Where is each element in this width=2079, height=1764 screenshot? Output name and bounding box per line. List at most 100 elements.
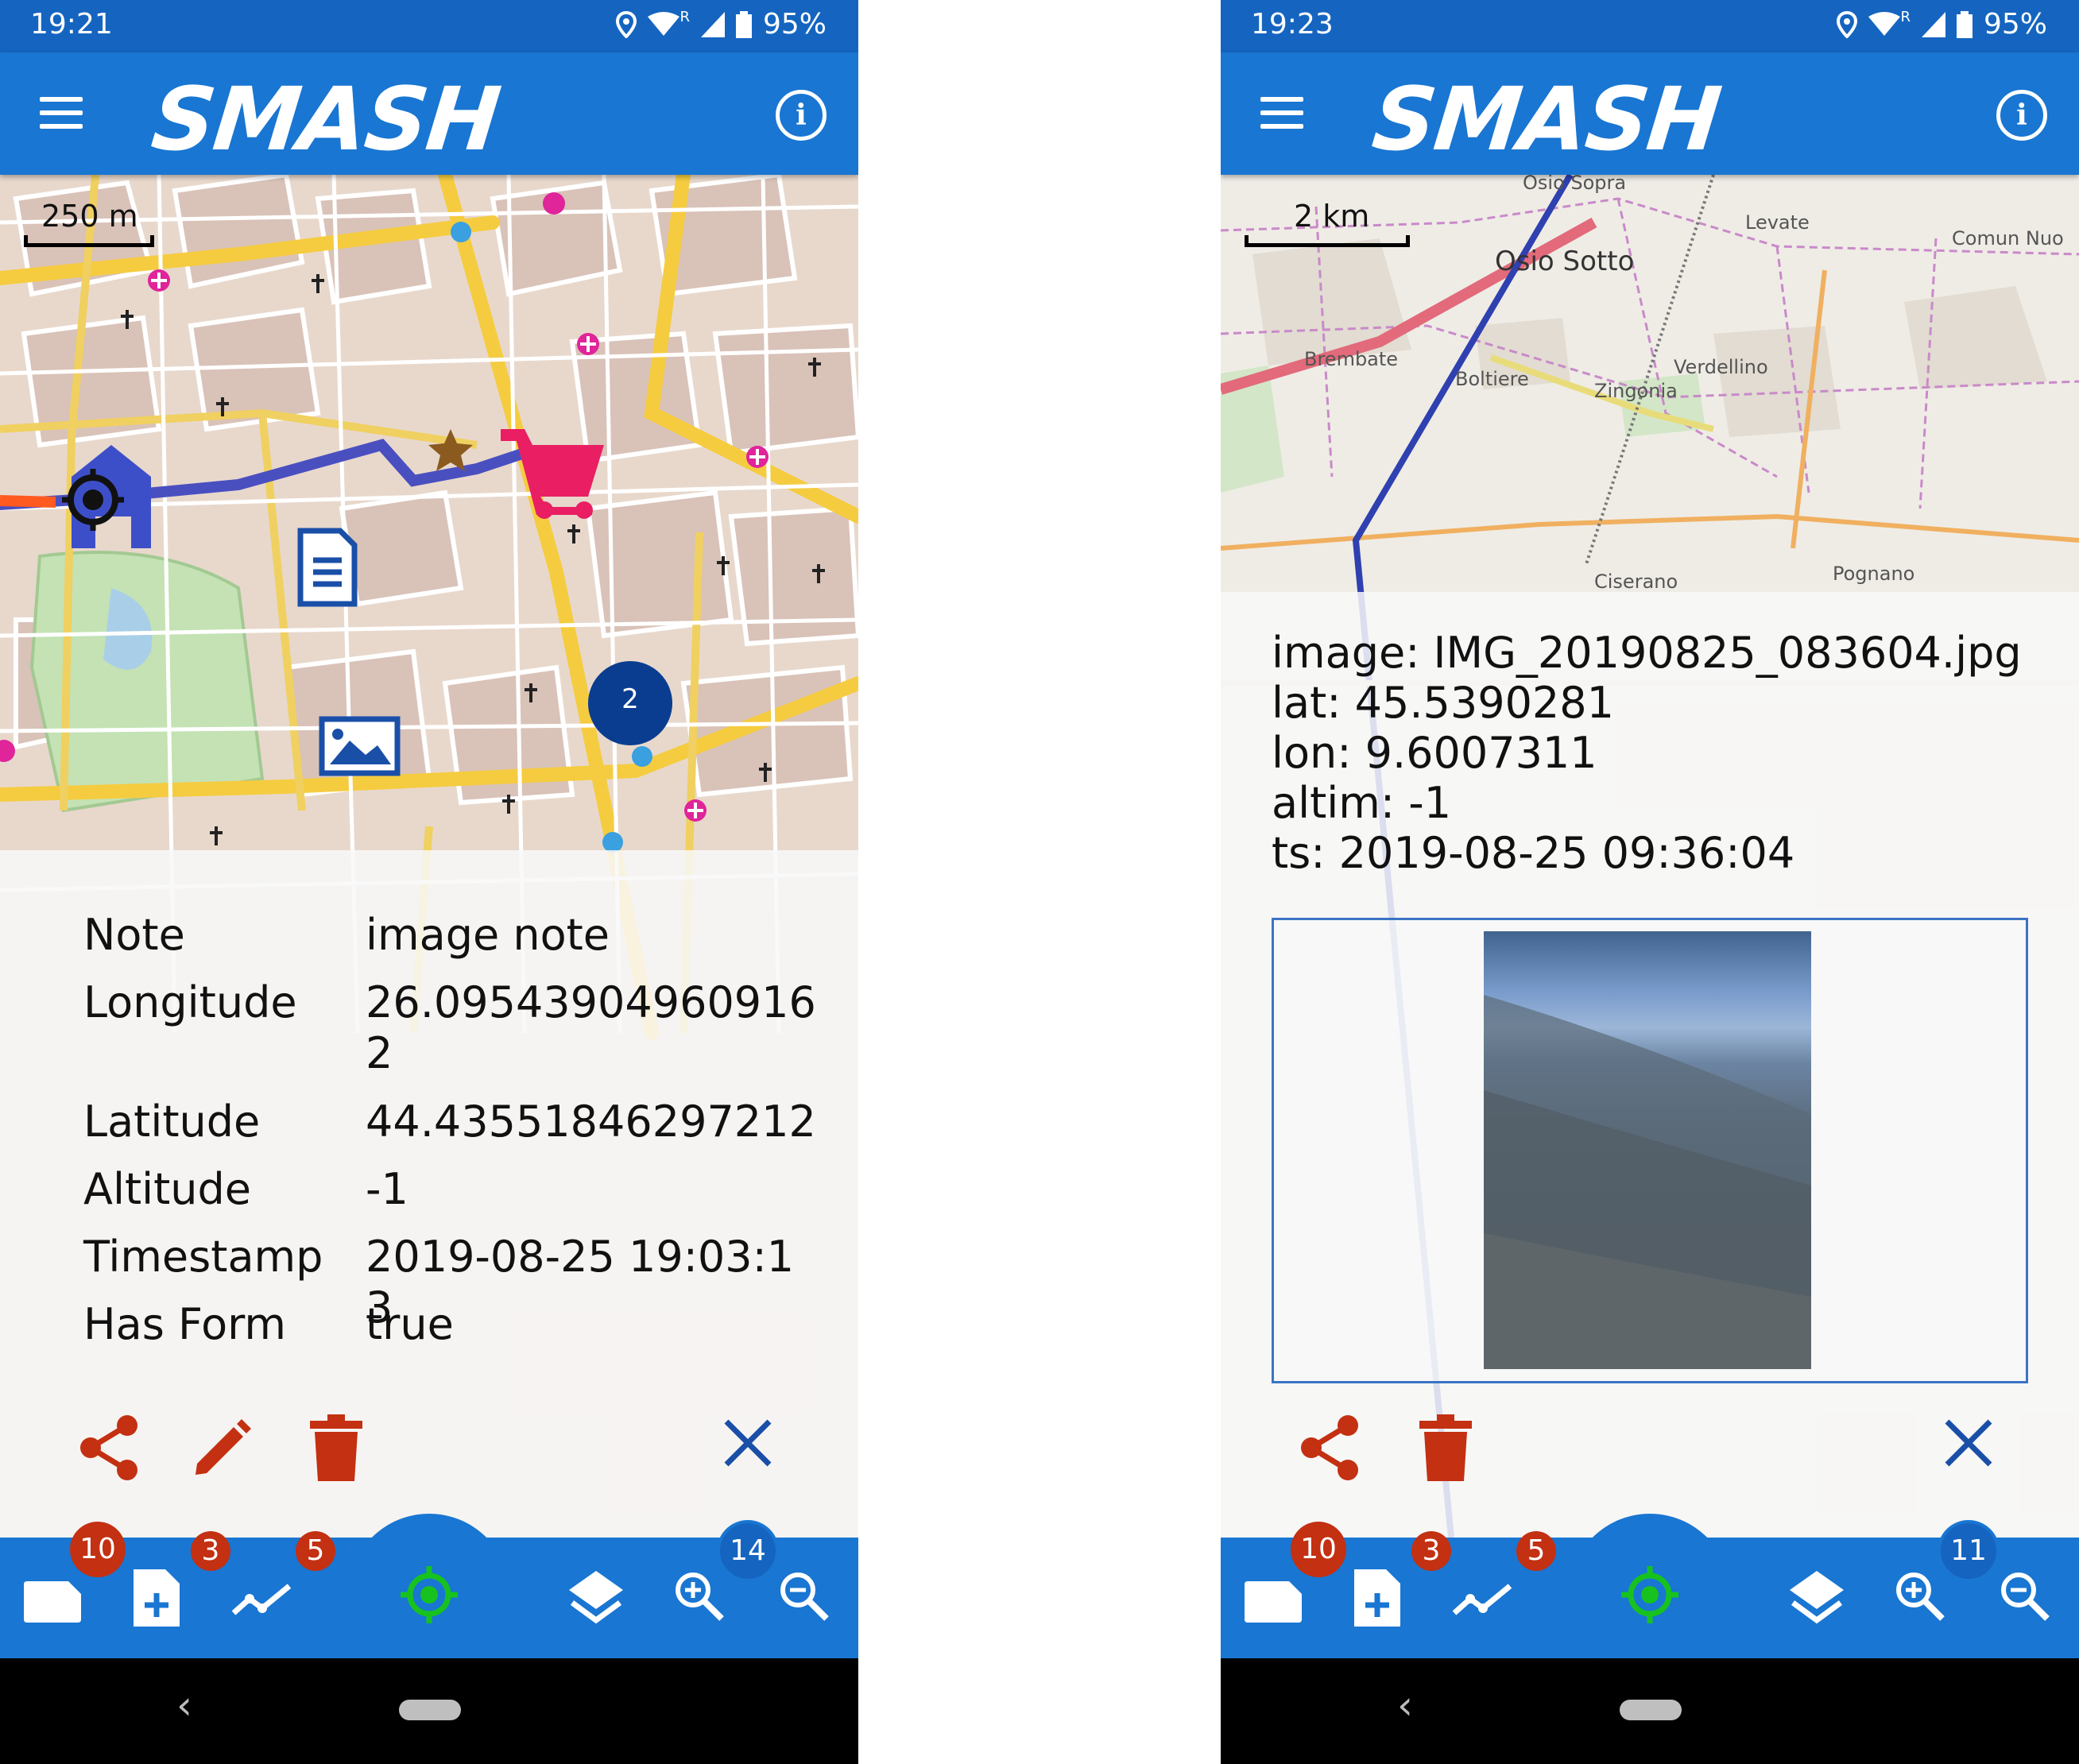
scale-bar: 2 km — [1245, 199, 1410, 247]
image-longitude: lon: 9.6007311 — [1272, 728, 1597, 778]
map-label: Zingonia — [1594, 380, 1678, 402]
share-icon[interactable] — [1299, 1414, 1362, 1481]
map-label: Boltiere — [1455, 368, 1529, 390]
scale-bar: 250 m — [24, 199, 154, 247]
battery-level: 95% — [1983, 8, 2047, 41]
phone-screen-right: Osio Sopra Levate Comun Nuo Osio Sotto B… — [1221, 0, 2079, 1764]
status-time: 19:23 — [1251, 8, 1334, 41]
field-value-has-form: true — [366, 1299, 454, 1349]
form-note-icon[interactable] — [134, 1569, 180, 1627]
app-logo: SMASH — [147, 68, 504, 170]
home-pill[interactable] — [1620, 1700, 1682, 1720]
battery-icon — [1956, 10, 1973, 38]
notes-icon[interactable] — [24, 1581, 81, 1623]
app-bar: SMASH i — [0, 52, 858, 175]
field-value-latitude: 44.43551846297212 — [366, 1097, 816, 1147]
image-timestamp: ts: 2019-08-25 09:36:04 — [1272, 828, 1795, 878]
image-info-panel: image: IMG_20190825_083604.jpg lat: 45.5… — [1221, 592, 2079, 1538]
status-bar: 19:21 R 95% — [0, 0, 858, 52]
field-label-longitude: Longitude — [83, 977, 297, 1027]
pencil-icon[interactable] — [191, 1416, 254, 1480]
map-label: Levate — [1745, 211, 1810, 234]
wifi-icon — [1868, 11, 1901, 36]
logs-count-badge: 5 — [1516, 1531, 1556, 1571]
close-icon[interactable] — [1944, 1418, 1993, 1468]
zoom-out-icon[interactable] — [779, 1571, 830, 1622]
trash-icon[interactable] — [310, 1414, 362, 1481]
zoom-in-icon[interactable] — [674, 1571, 725, 1622]
signal-icon — [1921, 11, 1945, 37]
image-preview-frame[interactable] — [1272, 918, 2028, 1383]
gps-log-icon[interactable] — [230, 1581, 292, 1618]
center-on-gps-button[interactable] — [1569, 1514, 1731, 1676]
map-label: Verdellino — [1674, 356, 1768, 378]
system-nav-bar: ‹ — [0, 1658, 858, 1764]
battery-level: 95% — [762, 8, 827, 41]
gps-center-icon — [401, 1566, 458, 1623]
info-icon[interactable]: i — [1996, 90, 2047, 141]
roaming-indicator: R — [679, 9, 690, 25]
field-value-note: image note — [366, 910, 610, 960]
map-label: Pognano — [1833, 563, 1914, 585]
map-label: Comun Nuo — [1952, 227, 2064, 250]
phone-screen-left: 2 250 m 19:21 R 95% SMASH i Note image n… — [0, 0, 858, 1764]
status-time: 19:21 — [30, 8, 113, 41]
field-value-altitude: -1 — [366, 1164, 408, 1214]
battery-icon — [735, 10, 752, 38]
info-icon[interactable]: i — [776, 90, 827, 141]
gps-center-icon — [1621, 1566, 1678, 1623]
image-filename: image: IMG_20190825_083604.jpg — [1272, 628, 2022, 678]
app-logo: SMASH — [1368, 68, 1725, 170]
system-nav-bar: ‹ — [1221, 1658, 2079, 1764]
field-label-altitude: Altitude — [83, 1164, 252, 1214]
status-bar: 19:23 R 95% — [1221, 0, 2079, 52]
notes-count-badge: 10 — [1291, 1522, 1346, 1577]
close-icon[interactable] — [723, 1418, 772, 1468]
gps-log-icon[interactable] — [1451, 1581, 1513, 1618]
logs-count-badge: 5 — [296, 1531, 335, 1571]
form-notes-count-badge: 3 — [191, 1531, 230, 1571]
zoom-level-badge: 14 — [717, 1520, 779, 1582]
field-label-note: Note — [83, 910, 185, 960]
layers-icon[interactable] — [1790, 1571, 1844, 1627]
note-marker — [297, 528, 358, 607]
location-icon — [616, 10, 637, 38]
home-pill[interactable] — [399, 1700, 461, 1720]
zoom-level-badge: 11 — [1938, 1520, 2000, 1582]
roaming-indicator: R — [1900, 9, 1911, 25]
back-icon[interactable]: ‹ — [176, 1682, 192, 1728]
layers-icon[interactable] — [569, 1571, 623, 1627]
zoom-out-icon[interactable] — [2000, 1571, 2050, 1622]
center-on-gps-button[interactable] — [348, 1514, 510, 1676]
scale-label: 2 km — [1294, 199, 1370, 234]
form-note-icon[interactable] — [1354, 1569, 1400, 1627]
image-altitude: altim: -1 — [1272, 778, 1452, 828]
field-label-has-form: Has Form — [83, 1299, 287, 1349]
image-latitude: lat: 45.5390281 — [1272, 678, 1614, 728]
map-cluster-count[interactable]: 2 — [588, 683, 672, 715]
form-notes-count-badge: 3 — [1411, 1531, 1451, 1571]
image-marker — [319, 716, 401, 776]
note-info-panel: Note image note Longitude 26.09543904960… — [0, 850, 858, 1538]
notes-icon[interactable] — [1245, 1581, 1302, 1623]
back-icon[interactable]: ‹ — [1397, 1682, 1413, 1728]
field-label-timestamp: Timestamp — [83, 1232, 323, 1282]
notes-count-badge: 10 — [70, 1522, 126, 1577]
menu-icon[interactable] — [1260, 97, 1303, 132]
app-bar: SMASH i — [1221, 52, 2079, 175]
map-label: Osio Sopra — [1523, 175, 1626, 194]
field-value-longitude: 26.095439049609162 — [366, 977, 816, 1078]
menu-icon[interactable] — [40, 97, 83, 132]
trash-icon[interactable] — [1419, 1414, 1472, 1481]
location-icon — [1837, 10, 1858, 38]
zoom-in-icon[interactable] — [1895, 1571, 1945, 1622]
scale-label: 250 m — [41, 199, 138, 234]
field-label-latitude: Latitude — [83, 1097, 261, 1147]
signal-icon — [700, 11, 725, 37]
share-icon[interactable] — [78, 1414, 141, 1481]
map-label: Ciserano — [1594, 571, 1678, 593]
image-preview[interactable] — [1484, 931, 1811, 1369]
wifi-icon — [648, 11, 680, 36]
map-label: Osio Sotto — [1495, 246, 1634, 277]
map-label: Brembate — [1304, 348, 1398, 370]
